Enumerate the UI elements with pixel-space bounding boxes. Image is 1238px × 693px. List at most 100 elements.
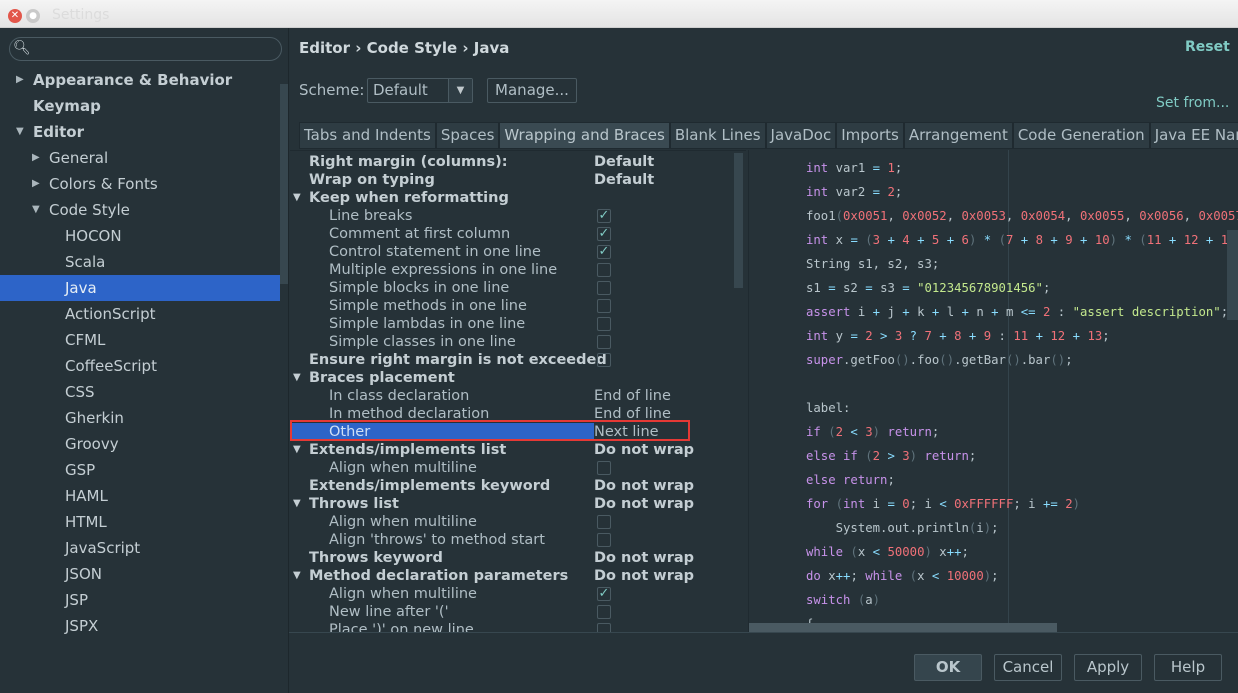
- option-value[interactable]: Default: [594, 171, 654, 189]
- caret-down-icon[interactable]: ▼: [293, 189, 301, 207]
- caret-right-icon[interactable]: ▶: [16, 67, 24, 93]
- tab-arrangement[interactable]: Arrangement: [903, 122, 1013, 149]
- checkbox-unchecked[interactable]: [597, 335, 611, 349]
- cancel-button[interactable]: Cancel: [994, 654, 1062, 681]
- vertical-scrollbar[interactable]: [1227, 230, 1238, 320]
- sidebar-item-editor[interactable]: ▼ Editor: [0, 119, 280, 145]
- caret-right-icon[interactable]: ▶: [32, 171, 40, 197]
- sidebar-item-appearance-behavior[interactable]: ▶ Appearance & Behavior: [0, 67, 280, 93]
- sidebar-item-html[interactable]: HTML: [0, 509, 280, 535]
- option-row[interactable]: ▼ Keep when reformatting: [290, 189, 730, 207]
- option-row[interactable]: In class declaration End of line: [290, 387, 730, 405]
- option-row[interactable]: Extends/implements keyword Do not wrap: [290, 477, 730, 495]
- tab-blank-lines[interactable]: Blank Lines: [669, 122, 766, 149]
- manage-button[interactable]: Manage...: [487, 78, 577, 103]
- close-icon[interactable]: ✕: [8, 9, 22, 23]
- sidebar-item-javascript[interactable]: JavaScript: [0, 535, 280, 561]
- sidebar-item-jsp[interactable]: JSP: [0, 587, 280, 613]
- checkbox-unchecked[interactable]: [597, 263, 611, 277]
- option-row[interactable]: Align when multiline: [290, 513, 730, 531]
- sidebar-item-json[interactable]: JSON: [0, 561, 280, 587]
- checkbox-unchecked[interactable]: [597, 461, 611, 475]
- option-row[interactable]: ▼ Braces placement: [290, 369, 730, 387]
- option-row[interactable]: Place ')' on new line: [290, 621, 730, 632]
- option-row[interactable]: Comment at first column ✓: [290, 225, 730, 243]
- sidebar-item-general[interactable]: ▶ General: [0, 145, 280, 171]
- checkbox-checked[interactable]: ✓: [597, 245, 611, 259]
- option-row[interactable]: Right margin (columns): Default: [290, 153, 730, 171]
- apply-button[interactable]: Apply: [1074, 654, 1142, 681]
- options-scrollbar[interactable]: [734, 153, 743, 288]
- checkbox-checked[interactable]: ✓: [597, 587, 611, 601]
- tab-imports[interactable]: Imports: [836, 122, 904, 149]
- chevron-down-icon[interactable]: ▼: [448, 79, 472, 102]
- option-row[interactable]: Ensure right margin is not exceeded: [290, 351, 730, 369]
- caret-down-icon[interactable]: ▼: [16, 119, 24, 145]
- option-row[interactable]: Simple blocks in one line: [290, 279, 730, 297]
- option-row[interactable]: ▼ Extends/implements list Do not wrap: [290, 441, 730, 459]
- help-button[interactable]: Help: [1154, 654, 1222, 681]
- sidebar-item-scala[interactable]: Scala: [0, 249, 280, 275]
- sidebar-item-cfml[interactable]: CFML: [0, 327, 280, 353]
- tab-spaces[interactable]: Spaces: [435, 122, 500, 149]
- option-row[interactable]: Align 'throws' to method start: [290, 531, 730, 549]
- checkbox-unchecked[interactable]: [597, 515, 611, 529]
- option-value[interactable]: Do not wrap: [594, 477, 694, 495]
- option-row[interactable]: Wrap on typing Default: [290, 171, 730, 189]
- option-value[interactable]: Do not wrap: [594, 495, 694, 513]
- tab-code-generation[interactable]: Code Generation: [1012, 122, 1150, 149]
- tab-javadoc[interactable]: JavaDoc: [765, 122, 837, 149]
- caret-right-icon[interactable]: ▶: [32, 145, 40, 171]
- checkbox-unchecked[interactable]: [597, 281, 611, 295]
- checkbox-unchecked[interactable]: [597, 299, 611, 313]
- sidebar-item-keymap[interactable]: Keymap: [0, 93, 280, 119]
- option-row[interactable]: Control statement in one line ✓: [290, 243, 730, 261]
- option-row[interactable]: Line breaks ✓: [290, 207, 730, 225]
- sidebar-item-hocon[interactable]: HOCON: [0, 223, 280, 249]
- sidebar-scrollbar[interactable]: [280, 84, 288, 284]
- caret-down-icon[interactable]: ▼: [293, 369, 301, 387]
- option-row[interactable]: Multiple expressions in one line: [290, 261, 730, 279]
- option-value[interactable]: Do not wrap: [594, 441, 694, 459]
- option-value[interactable]: End of line: [594, 387, 671, 405]
- checkbox-checked[interactable]: ✓: [597, 227, 611, 241]
- sidebar-item-haml[interactable]: HAML: [0, 483, 280, 509]
- ok-button[interactable]: OK: [914, 654, 982, 681]
- caret-down-icon[interactable]: ▼: [293, 441, 301, 459]
- checkbox-unchecked[interactable]: [597, 623, 611, 632]
- option-row[interactable]: Align when multiline ✓: [290, 585, 730, 603]
- option-row[interactable]: Simple methods in one line: [290, 297, 730, 315]
- sidebar-item-actionscript[interactable]: ActionScript: [0, 301, 280, 327]
- option-row[interactable]: ▼ Method declaration parameters Do not wra…: [290, 567, 730, 585]
- caret-down-icon[interactable]: ▼: [293, 567, 301, 585]
- option-row[interactable]: New line after '(': [290, 603, 730, 621]
- checkbox-unchecked[interactable]: [597, 353, 611, 367]
- sidebar-item-code-style[interactable]: ▼ Code Style: [0, 197, 280, 223]
- checkbox-unchecked[interactable]: [597, 317, 611, 331]
- tab-wrapping-and-braces[interactable]: Wrapping and Braces: [499, 122, 670, 149]
- sidebar-item-java[interactable]: Java: [0, 275, 280, 301]
- checkbox-checked[interactable]: ✓: [597, 209, 611, 223]
- sidebar-item-coffeescript[interactable]: CoffeeScript: [0, 353, 280, 379]
- caret-down-icon[interactable]: ▼: [293, 495, 301, 513]
- option-row[interactable]: Simple lambdas in one line: [290, 315, 730, 333]
- search-input[interactable]: [9, 37, 282, 61]
- set-from-link[interactable]: Set from...: [1156, 95, 1229, 111]
- minimize-icon[interactable]: ●: [26, 9, 40, 23]
- sidebar-item-colors-fonts[interactable]: ▶ Colors & Fonts: [0, 171, 280, 197]
- option-row[interactable]: ▼ Throws list Do not wrap: [290, 495, 730, 513]
- checkbox-unchecked[interactable]: [597, 605, 611, 619]
- horizontal-scrollbar[interactable]: [749, 623, 1057, 632]
- option-value[interactable]: Do not wrap: [594, 549, 694, 567]
- checkbox-unchecked[interactable]: [597, 533, 611, 547]
- option-value[interactable]: Do not wrap: [594, 567, 694, 585]
- caret-down-icon[interactable]: ▼: [32, 197, 40, 223]
- option-row[interactable]: Align when multiline: [290, 459, 730, 477]
- sidebar-item-css[interactable]: CSS: [0, 379, 280, 405]
- option-row[interactable]: Throws keyword Do not wrap: [290, 549, 730, 567]
- tab-java-ee-names[interactable]: Java EE Names: [1149, 122, 1238, 149]
- sidebar-item-groovy[interactable]: Groovy: [0, 431, 280, 457]
- option-row[interactable]: Simple classes in one line: [290, 333, 730, 351]
- tab-tabs-and-indents[interactable]: Tabs and Indents: [299, 122, 436, 149]
- reset-link[interactable]: Reset: [1185, 39, 1230, 55]
